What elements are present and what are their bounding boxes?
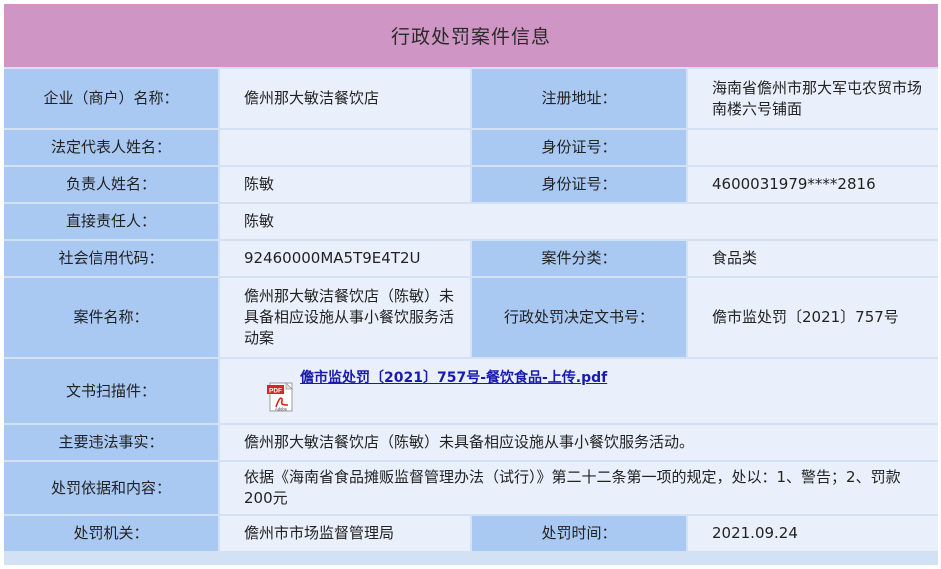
pdf-file-icon[interactable]: PDF Adobe	[266, 381, 298, 413]
penalty-time-value: 2021.09.24	[688, 516, 938, 551]
adobe-caption: Adobe	[275, 407, 288, 412]
legal-representative-label: 法定代表人姓名：	[4, 130, 218, 165]
registered-address-value: 海南省儋州市那大军屯农贸市场南楼六号铺面	[688, 69, 938, 128]
pdf-badge-text: PDF	[269, 387, 282, 394]
case-info-table: 行政处罚案件信息 企业（商户）名称： 儋州那大敏洁餐饮店 注册地址： 海南省儋州…	[4, 4, 938, 565]
company-name-value: 儋州那大敏洁餐饮店	[220, 69, 470, 128]
table-title: 行政处罚案件信息	[4, 4, 938, 67]
legal-representative-value	[220, 130, 470, 165]
decision-doc-number-label: 行政处罚决定文书号：	[472, 278, 686, 357]
main-violation-facts-label: 主要违法事实：	[4, 425, 218, 460]
case-name-value: 儋州那大敏洁餐饮店（陈敏）未具备相应设施从事小餐饮服务活动案	[220, 278, 470, 357]
main-violation-facts-value: 儋州那大敏洁餐饮店（陈敏）未具备相应设施从事小餐饮服务活动。	[220, 425, 938, 460]
case-name-label: 案件名称：	[4, 278, 218, 357]
principal-name-label: 负责人姓名：	[4, 167, 218, 202]
document-scan-label: 文书扫描件：	[4, 359, 218, 423]
registered-address-label: 注册地址：	[472, 69, 686, 128]
direct-responsible-value: 陈敏	[220, 204, 938, 239]
company-name-label: 企业（商户）名称：	[4, 69, 218, 128]
penalty-basis-label: 处罚依据和内容：	[4, 462, 218, 514]
penalty-authority-value: 儋州市市场监督管理局	[220, 516, 470, 551]
credit-code-label: 社会信用代码：	[4, 241, 218, 276]
principal-name-value: 陈敏	[220, 167, 470, 202]
case-category-label: 案件分类：	[472, 241, 686, 276]
document-scan-attachment: PDF Adobe 儋市监处罚〔2021〕757号-餐饮食品-上传.pdf	[220, 359, 938, 423]
principal-id-number-value: 4600031979****2816	[688, 167, 938, 202]
legal-id-number-value	[688, 130, 938, 165]
penalty-basis-value: 依据《海南省食品摊贩监督管理办法（试行）》第二十二条第一项的规定，处以：1、警告…	[220, 462, 938, 514]
direct-responsible-label: 直接责任人：	[4, 204, 218, 239]
penalty-time-label: 处罚时间：	[472, 516, 686, 551]
case-category-value: 食品类	[688, 241, 938, 276]
pdf-download-link[interactable]: 儋市监处罚〔2021〕757号-餐饮食品-上传.pdf	[300, 368, 607, 389]
legal-id-number-label: 身份证号：	[472, 130, 686, 165]
decision-doc-number-value: 儋市监处罚〔2021〕757号	[688, 278, 938, 357]
credit-code-value: 92460000MA5T9E4T2U	[220, 241, 470, 276]
principal-id-number-label: 身份证号：	[472, 167, 686, 202]
penalty-authority-label: 处罚机关：	[4, 516, 218, 551]
